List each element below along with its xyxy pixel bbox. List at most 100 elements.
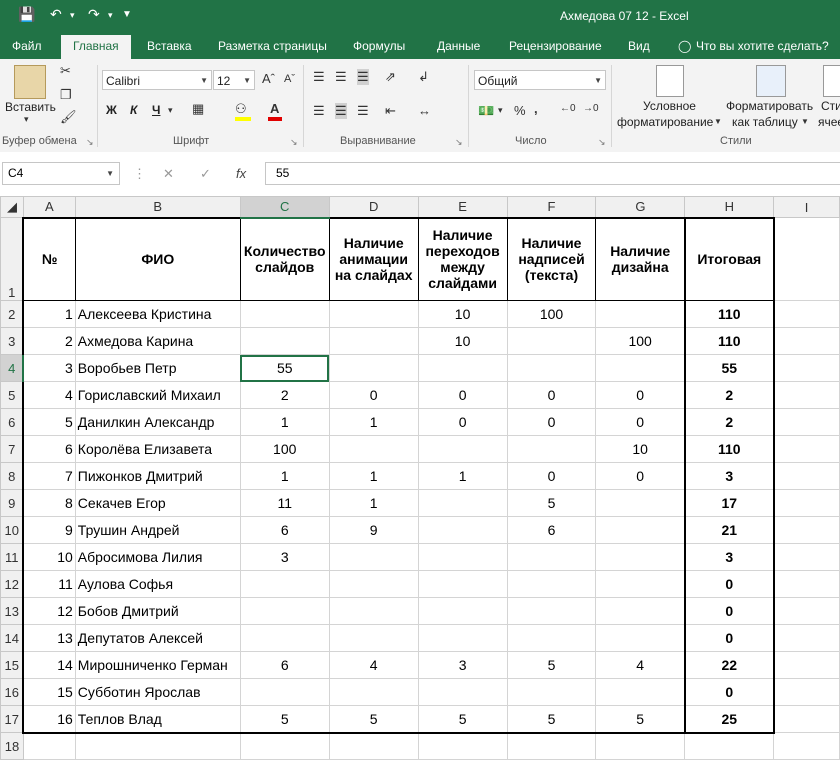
row-header[interactable]: 13: [0, 597, 24, 625]
conditional-formatting-label-1[interactable]: Условное: [643, 99, 696, 113]
cell-num[interactable]: 2: [22, 327, 76, 355]
cell-design[interactable]: [595, 516, 686, 544]
cell-design[interactable]: 0: [595, 381, 686, 409]
currency-icon[interactable]: 💵: [478, 103, 494, 119]
cell-captions[interactable]: 0: [506, 381, 597, 409]
cell-fio[interactable]: Пижонков Дмитрий: [74, 462, 241, 490]
header-transitions[interactable]: Наличие переходов между слайдами: [417, 216, 508, 301]
cancel-icon[interactable]: ✕: [163, 166, 174, 182]
cell-num[interactable]: 7: [22, 462, 76, 490]
cell-captions[interactable]: [506, 435, 597, 463]
tell-me-search[interactable]: Что вы хотите сделать?: [696, 33, 829, 59]
format-painter-icon[interactable]: 🖌: [60, 109, 77, 125]
header-design[interactable]: Наличие дизайна: [595, 216, 686, 301]
cell-animation[interactable]: [328, 354, 419, 382]
enter-icon[interactable]: ✓: [200, 166, 211, 182]
cell-fio[interactable]: Ахмедова Карина: [74, 327, 241, 355]
cell-animation[interactable]: [328, 435, 419, 463]
cell[interactable]: [773, 435, 840, 463]
cell-total[interactable]: 55: [684, 354, 775, 382]
row-header[interactable]: 7: [0, 435, 24, 463]
column-header-g[interactable]: G: [595, 196, 686, 218]
paste-button[interactable]: Вставить: [5, 100, 56, 114]
cell-animation[interactable]: [328, 678, 419, 706]
cell-captions[interactable]: 5: [506, 651, 597, 679]
comma-style-icon[interactable]: ,: [534, 101, 538, 116]
row-header[interactable]: 2: [0, 300, 24, 328]
cell[interactable]: [773, 300, 840, 328]
cell-animation[interactable]: 5: [328, 705, 419, 734]
align-left-icon[interactable]: ☰: [313, 103, 325, 119]
cell-captions[interactable]: [506, 354, 597, 382]
cell-slides[interactable]: [239, 678, 330, 706]
cell-total[interactable]: 2: [684, 381, 775, 409]
cell-animation[interactable]: [328, 597, 419, 625]
cell-fio[interactable]: Мирошниченко Герман: [74, 651, 241, 679]
cell-design[interactable]: 10: [595, 435, 686, 463]
cell-total[interactable]: 21: [684, 516, 775, 544]
cell-total[interactable]: 0: [684, 624, 775, 652]
column-header-b[interactable]: B: [74, 196, 241, 218]
cell-num[interactable]: 15: [22, 678, 76, 706]
number-launcher-icon[interactable]: ↘: [598, 137, 606, 148]
name-box[interactable]: C4 ▼: [2, 162, 120, 185]
row-header[interactable]: 6: [0, 408, 24, 436]
formula-input[interactable]: 55: [265, 162, 840, 185]
fill-color-icon[interactable]: ⚇: [235, 101, 247, 117]
chevron-down-icon[interactable]: ▼: [714, 117, 722, 126]
cell-slides[interactable]: 6: [239, 516, 330, 544]
align-center-icon[interactable]: ☰: [335, 103, 347, 119]
header-captions[interactable]: Наличие надписей (текста): [506, 216, 597, 301]
cell-design[interactable]: [595, 300, 686, 328]
cell-captions[interactable]: 100: [506, 300, 597, 328]
cell-captions[interactable]: [506, 597, 597, 625]
cell[interactable]: [773, 624, 840, 652]
insert-function-icon[interactable]: fx: [236, 166, 246, 181]
row-header[interactable]: 5: [0, 381, 24, 409]
cell-num[interactable]: 11: [22, 570, 76, 598]
underline-button[interactable]: Ч: [152, 103, 160, 117]
tab-page-layout[interactable]: Разметка страницы: [218, 33, 327, 59]
align-right-icon[interactable]: ☰: [357, 103, 369, 119]
cell-animation[interactable]: 0: [328, 381, 419, 409]
decrease-indent-icon[interactable]: ⇤: [385, 103, 396, 119]
column-header-f[interactable]: F: [506, 196, 597, 218]
cell-design[interactable]: [595, 489, 686, 517]
decrease-font-icon[interactable]: Aˇ: [284, 73, 295, 85]
redo-icon[interactable]: ↷: [88, 6, 100, 23]
cell-slides[interactable]: [239, 570, 330, 598]
cell-slides[interactable]: 100: [239, 435, 330, 463]
cell-design[interactable]: 5: [595, 705, 686, 734]
cell-slides[interactable]: 1: [239, 462, 330, 490]
cell-fio[interactable]: Секачев Егор: [74, 489, 241, 517]
column-header-i[interactable]: I: [773, 196, 840, 218]
cell-fio[interactable]: Аулова Софья: [74, 570, 241, 598]
cell-captions[interactable]: 5: [506, 705, 597, 734]
cell-total[interactable]: 3: [684, 543, 775, 571]
row-header[interactable]: 1: [0, 217, 24, 301]
header-slides[interactable]: Количество слайдов: [239, 216, 330, 301]
undo-icon[interactable]: ↶: [50, 6, 62, 23]
cell-captions[interactable]: 5: [506, 489, 597, 517]
cell-transitions[interactable]: 5: [417, 705, 508, 734]
cell-transitions[interactable]: [417, 489, 508, 517]
row-header[interactable]: 8: [0, 462, 24, 490]
cell[interactable]: [773, 354, 840, 382]
increase-font-icon[interactable]: Aˆ: [262, 71, 275, 86]
cell-design[interactable]: 0: [595, 462, 686, 490]
cell-num[interactable]: 14: [22, 651, 76, 679]
cell[interactable]: [773, 217, 840, 301]
cell-fio[interactable]: Гориславский Михаил: [74, 381, 241, 409]
cell-transitions[interactable]: 0: [417, 408, 508, 436]
cell-transitions[interactable]: [417, 597, 508, 625]
select-all-corner[interactable]: ◢: [0, 196, 24, 218]
undo-dropdown-icon[interactable]: ▾: [70, 10, 75, 21]
cell-transitions[interactable]: 0: [417, 381, 508, 409]
paste-dropdown-icon[interactable]: ▾: [24, 114, 29, 125]
cell-total[interactable]: 2: [684, 408, 775, 436]
cell-transitions[interactable]: 10: [417, 300, 508, 328]
cell-total[interactable]: 110: [684, 327, 775, 355]
underline-dropdown-icon[interactable]: ▾: [168, 105, 173, 116]
tab-insert[interactable]: Вставка: [147, 33, 192, 59]
cell-fio[interactable]: Данилкин Александр: [74, 408, 241, 436]
